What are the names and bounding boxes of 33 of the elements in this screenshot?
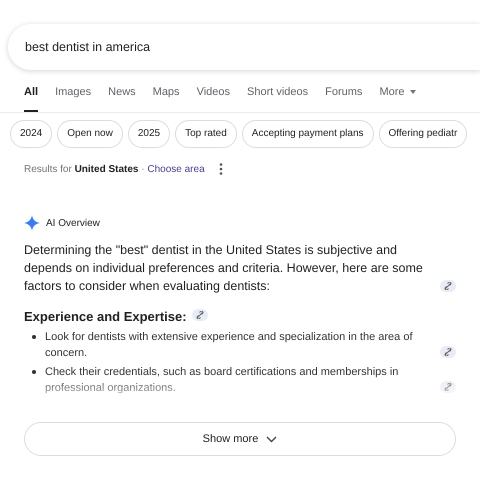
filter-chip[interactable]: Accepting payment plans — [242, 120, 374, 148]
filter-chip[interactable]: Open now — [57, 120, 123, 148]
search-tab[interactable]: Images — [55, 82, 92, 112]
chevron-down-icon — [266, 436, 278, 442]
link-icon[interactable] — [440, 381, 456, 393]
search-tab[interactable]: More — [379, 82, 416, 112]
bullet-dot — [32, 335, 36, 339]
location-text: Results for United States · Choose area — [24, 164, 205, 174]
section-heading: Experience and Expertise: — [24, 309, 187, 324]
filter-chip[interactable]: 2025 — [128, 120, 170, 148]
filter-chip[interactable]: Top rated — [175, 120, 237, 148]
search-field[interactable]: best dentist in america — [8, 24, 480, 70]
search-tab[interactable]: Videos — [196, 82, 230, 112]
more-options-icon[interactable] — [218, 163, 223, 175]
search-tab[interactable]: Forums — [325, 82, 362, 112]
link-icon[interactable] — [192, 309, 208, 321]
search-tab[interactable]: All — [24, 82, 38, 112]
link-icon[interactable] — [440, 346, 456, 358]
filter-chip[interactable]: 2024 — [10, 120, 52, 148]
overview-paragraph: Determining the "best" dentist in the United States is subjective and depends on individual preferences and criteria. However, here are some factors to consider when evaluating dentists: — [24, 242, 424, 295]
search-tab[interactable]: Maps — [152, 82, 180, 112]
link-icon[interactable] — [440, 280, 456, 292]
choose-area-link[interactable]: Choose area — [147, 164, 205, 174]
show-more-button[interactable]: Show more — [24, 422, 456, 456]
ai-overview-title: AI Overview — [46, 218, 100, 228]
bullet-dot — [32, 370, 36, 374]
filter-chip[interactable]: Offering pediatr — [378, 120, 468, 148]
bullet-text: Check their credentials, such as board certifications and memberships in professional organizations. — [45, 365, 400, 396]
sparkle-icon — [24, 215, 40, 231]
search-tab[interactable]: News — [108, 82, 136, 112]
search-tab[interactable]: Short videos — [247, 82, 308, 112]
dropdown-icon — [410, 90, 416, 94]
bullet-text: Look for dentists with extensive experience and specialization in the area of concern. — [45, 330, 414, 361]
